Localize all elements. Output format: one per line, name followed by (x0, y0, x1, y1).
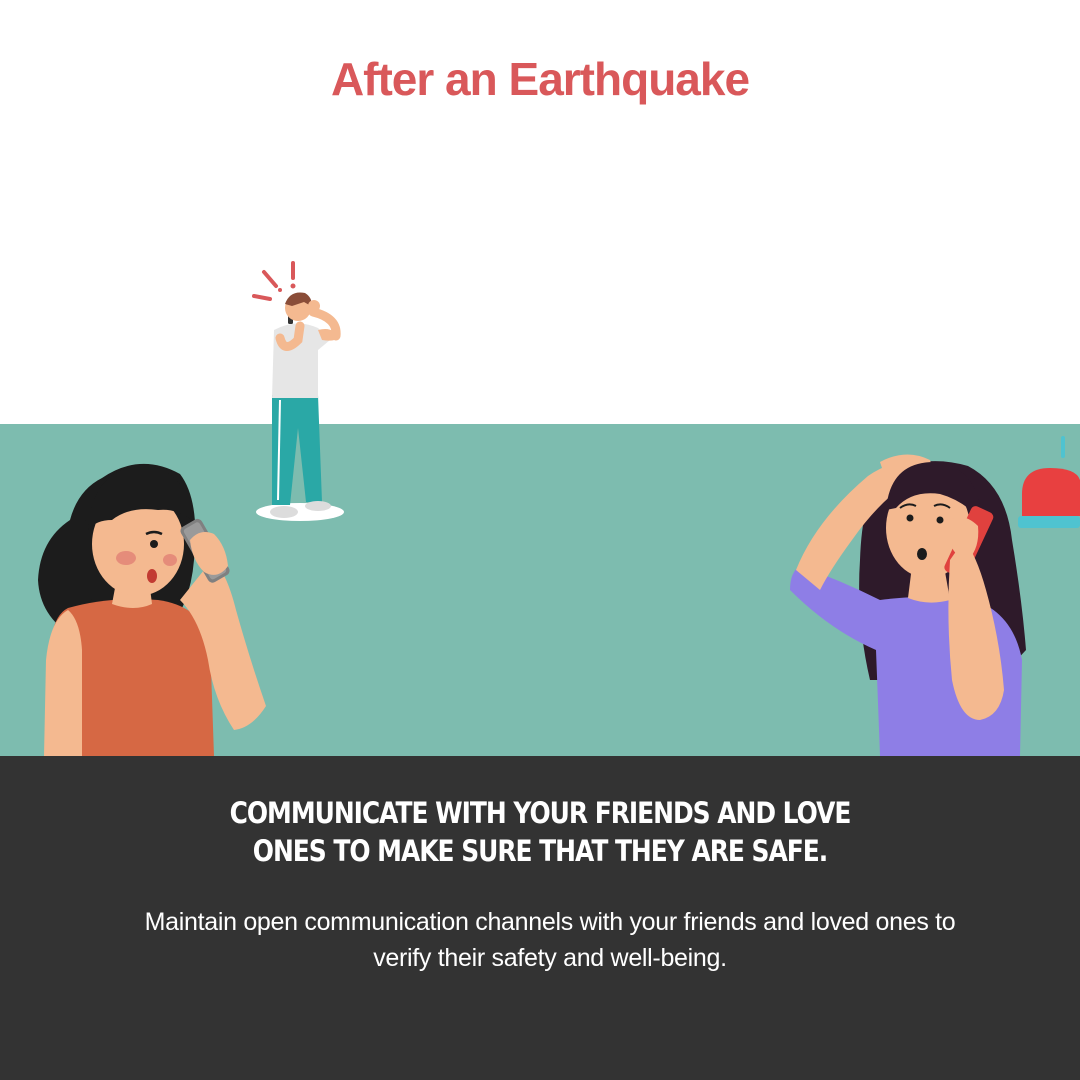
worried-man-on-phone-illustration (252, 261, 344, 521)
headline: Communicate with your friends and love o… (229, 796, 852, 868)
illustration (38, 261, 1080, 756)
siren-icon (1018, 436, 1080, 528)
body-text: Maintain open communication channels wit… (144, 908, 956, 972)
woman-on-phone-illustration (38, 463, 266, 756)
footer-panel: Communicate with your friends and love o… (0, 756, 1080, 1080)
worried-woman-on-phone-illustration (790, 454, 1026, 756)
